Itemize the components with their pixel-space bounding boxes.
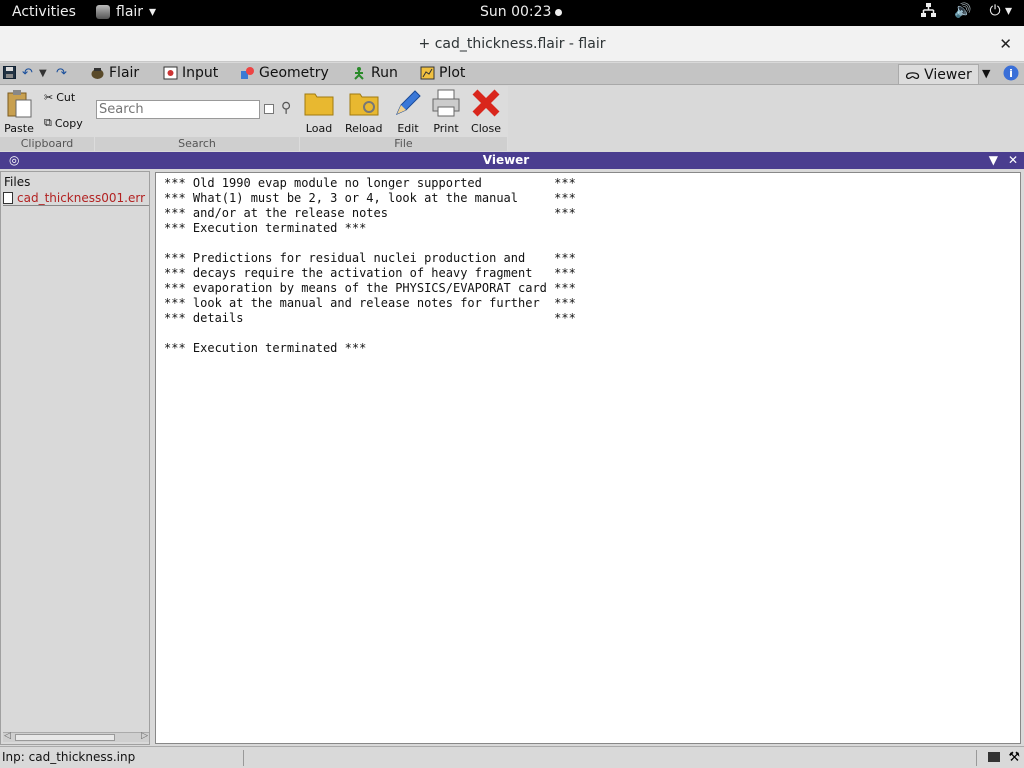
print-label: Print: [433, 122, 459, 135]
tab-flair[interactable]: Flair: [90, 65, 139, 81]
print-button[interactable]: Print: [431, 88, 461, 135]
network-icon[interactable]: [921, 3, 936, 22]
tab-label: Geometry: [259, 65, 329, 81]
system-tray[interactable]: 🔊 ⏻ ▾: [921, 3, 1012, 22]
document-icon: [3, 191, 13, 204]
reload-label: Reload: [345, 122, 383, 135]
group-label-file: File: [300, 137, 507, 151]
close-button[interactable]: Close: [471, 88, 501, 135]
edit-label: Edit: [397, 122, 419, 135]
status-bar: Inp: cad_thickness.inp ⚒: [0, 746, 1024, 768]
copy-icon: ⧉: [44, 116, 52, 129]
volume-icon[interactable]: 🔊: [954, 3, 971, 22]
app-name: flair: [116, 4, 144, 20]
ribbon-empty-area: [508, 86, 1024, 151]
tab-label: Viewer: [924, 66, 972, 83]
group-label-search: Search: [95, 137, 299, 151]
tab-input[interactable]: Input: [163, 65, 218, 81]
undo-icon[interactable]: ↶: [22, 66, 33, 81]
viewer-title: Viewer: [482, 153, 530, 167]
scroll-right-icon[interactable]: ▷: [141, 731, 148, 741]
geometry-icon: [240, 66, 255, 80]
copy-label: Copy: [54, 116, 83, 130]
file-list-item[interactable]: cad_thickness001.err: [3, 190, 149, 206]
ribbon-panel: Paste ✂ Cut ⧉ Copy Clipboard ⚲ Search Lo…: [0, 86, 508, 151]
top-bar: Activities flair ▾ Sun 00:23 🔊 ⏻ ▾: [0, 0, 1024, 26]
cut-label: Cut: [56, 91, 76, 104]
viewer-icon: ᯅ: [905, 67, 921, 83]
tab-menu-dropdown-icon[interactable]: ▼: [982, 67, 990, 80]
plot-icon: [420, 66, 435, 80]
tab-geometry[interactable]: Geometry: [240, 65, 329, 81]
group-label-clipboard: Clipboard: [0, 137, 94, 151]
tab-viewer[interactable]: ᯅ Viewer: [898, 64, 979, 84]
paste-icon: [7, 90, 32, 118]
save-icon[interactable]: [3, 66, 16, 83]
close-icon: [472, 89, 500, 117]
cut-button[interactable]: ✂ Cut: [44, 91, 75, 104]
load-button[interactable]: Load: [304, 88, 334, 135]
close-label: Close: [471, 122, 501, 135]
load-label: Load: [305, 122, 333, 135]
tools-icon[interactable]: ⚒: [1008, 750, 1020, 765]
pencil-icon: [396, 90, 421, 115]
window-close-icon[interactable]: ✕: [999, 35, 1012, 53]
scrollbar-thumb[interactable]: [15, 734, 115, 741]
scissors-icon: ✂: [44, 91, 54, 104]
scroll-left-icon[interactable]: ◁: [4, 731, 11, 741]
paste-label: Paste: [4, 122, 34, 135]
files-panel: Files cad_thickness001.err ◁ ▷: [0, 171, 150, 745]
tab-label: Plot: [439, 65, 466, 81]
chevron-down-icon: ▾: [149, 4, 157, 20]
folder-icon: [304, 93, 334, 116]
terminal-icon[interactable]: [988, 752, 1000, 762]
status-input-file: Inp: cad_thickness.inp: [2, 750, 244, 766]
ribbon-tab-bar: ↶ ▼ ↷ Flair Input Geometry Run Plot ᯅ Vi…: [0, 63, 1024, 85]
viewer-header: ◎ Viewer ▼ ✕: [0, 152, 1024, 169]
tab-label: Run: [371, 65, 398, 81]
reload-button[interactable]: Reload: [345, 88, 382, 135]
tab-plot[interactable]: Plot: [420, 65, 465, 81]
svg-text:i: i: [1009, 67, 1013, 80]
input-icon: [163, 66, 178, 80]
viewer-close-icon[interactable]: ✕: [1008, 153, 1018, 167]
reload-folder-icon: [349, 93, 379, 116]
text-viewer[interactable]: *** Old 1990 evap module no longer suppo…: [155, 172, 1021, 744]
printer-icon: [432, 89, 460, 117]
notification-dot: [555, 8, 563, 16]
tab-label: Flair: [109, 65, 140, 81]
copy-button[interactable]: ⧉ Copy: [44, 116, 83, 130]
tab-run[interactable]: Run: [352, 65, 398, 81]
files-label: Files: [4, 175, 31, 189]
window-title: + cad_thickness.flair - flair: [418, 36, 606, 52]
viewer-menu-icon[interactable]: ▼: [989, 153, 998, 167]
app-icon: [96, 5, 110, 19]
paste-button[interactable]: Paste: [4, 88, 34, 135]
file-content: *** Old 1990 evap module no longer suppo…: [164, 176, 576, 355]
file-name: cad_thickness001.err: [17, 190, 146, 205]
redo-icon[interactable]: ↷: [56, 66, 67, 81]
search-icon[interactable]: ⚲: [281, 100, 291, 116]
clock[interactable]: Sun 00:23: [480, 4, 563, 20]
search-input[interactable]: [96, 100, 260, 119]
horizontal-scrollbar[interactable]: ◁ ▷: [3, 731, 149, 742]
clock-label: Sun 00:23: [480, 4, 552, 20]
flair-icon: [90, 66, 105, 80]
app-menu[interactable]: flair ▾: [96, 4, 156, 20]
info-icon[interactable]: i: [1003, 65, 1019, 81]
edit-button[interactable]: Edit: [393, 88, 423, 135]
window-titlebar: + cad_thickness.flair - flair ✕: [0, 26, 1024, 62]
status-message-area: [247, 750, 977, 766]
tab-label: Input: [182, 65, 219, 81]
search-case-checkbox[interactable]: [264, 104, 274, 114]
activities-button[interactable]: Activities: [12, 4, 76, 20]
run-icon: [352, 66, 367, 80]
undo-dropdown-icon[interactable]: ▼: [39, 68, 47, 79]
power-icon[interactable]: ⏻ ▾: [989, 3, 1012, 22]
